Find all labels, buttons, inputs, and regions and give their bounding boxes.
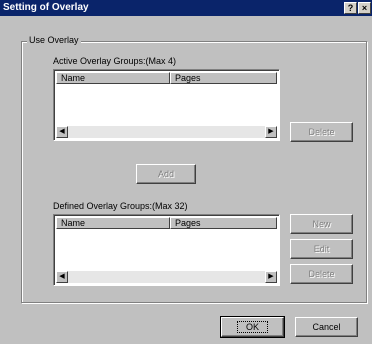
scroll-right-icon[interactable]: ▶ bbox=[265, 271, 277, 283]
help-icon[interactable]: ? bbox=[344, 2, 357, 14]
defined-groups-header: Name Pages bbox=[56, 217, 277, 229]
active-groups-hscrollbar[interactable]: ◀ ▶ bbox=[56, 126, 277, 138]
overlay-settings-dialog: Setting of Overlay ? × Use Overlay Activ… bbox=[0, 0, 372, 344]
edit-button[interactable]: Edit bbox=[290, 239, 353, 259]
defined-groups-list[interactable]: Name Pages ◀ ▶ bbox=[53, 214, 280, 286]
defined-groups-label: Defined Overlay Groups:(Max 32) bbox=[53, 201, 188, 211]
active-groups-label: Active Overlay Groups:(Max 4) bbox=[53, 56, 177, 66]
active-groups-list[interactable]: Name Pages ◀ ▶ bbox=[53, 69, 280, 141]
column-header-name[interactable]: Name bbox=[56, 72, 170, 84]
ok-button[interactable]: OK bbox=[220, 316, 285, 338]
window-title: Setting of Overlay bbox=[3, 2, 89, 13]
active-groups-header: Name Pages bbox=[56, 72, 277, 84]
column-header-pages[interactable]: Pages bbox=[170, 217, 277, 229]
use-overlay-label: Use Overlay bbox=[27, 35, 81, 46]
scroll-left-icon[interactable]: ◀ bbox=[56, 271, 68, 283]
ok-button-label: OK bbox=[236, 321, 268, 333]
delete-active-button[interactable]: Delete bbox=[290, 122, 353, 142]
title-bar: Setting of Overlay ? × bbox=[0, 0, 372, 16]
cancel-button[interactable]: Cancel bbox=[295, 317, 358, 337]
scroll-right-icon[interactable]: ▶ bbox=[265, 126, 277, 138]
new-button[interactable]: New bbox=[290, 214, 353, 234]
delete-defined-button[interactable]: Delete bbox=[290, 264, 353, 284]
add-button[interactable]: Add bbox=[136, 164, 196, 184]
close-icon[interactable]: × bbox=[358, 2, 371, 14]
column-header-name[interactable]: Name bbox=[56, 217, 170, 229]
defined-groups-hscrollbar[interactable]: ◀ ▶ bbox=[56, 271, 277, 283]
column-header-pages[interactable]: Pages bbox=[170, 72, 277, 84]
scroll-left-icon[interactable]: ◀ bbox=[56, 126, 68, 138]
